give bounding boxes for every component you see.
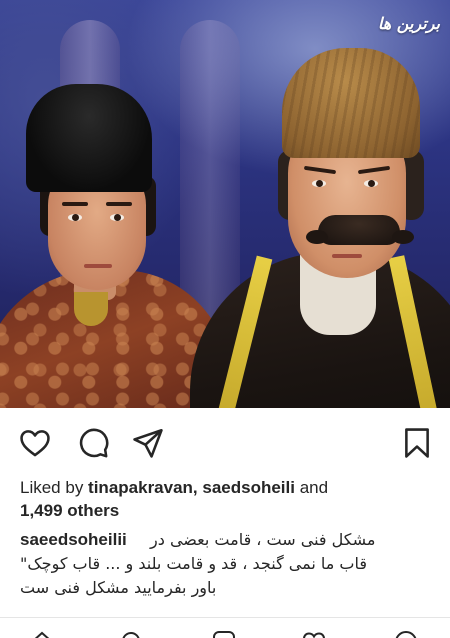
left-man-collar [74,292,108,326]
bookmark-outline-icon[interactable] [400,426,434,460]
mouth [332,254,362,258]
activity-heart-icon[interactable] [302,630,326,638]
search-icon[interactable] [120,630,144,638]
post-photo[interactable]: برترین ها [0,0,450,408]
brow [62,202,88,206]
background-pillar [180,20,240,320]
comment-bubble-icon[interactable] [76,426,110,460]
caption-line: قاب ما نمی گنجد ، قد و قامت بلند و ... ق… [20,554,368,573]
right-man-hat [282,48,420,158]
brow [106,202,132,206]
watermark-logo: برترین ها [377,14,440,33]
likes-summary: Liked by tinapakravan, saedsoheili and 1… [20,476,430,522]
likes-prefix: Liked by [20,478,89,497]
paper-plane-icon[interactable] [131,426,165,460]
liked-by-users[interactable]: tinapakravan, saedsoheili [88,478,295,497]
brow [357,165,391,175]
post-caption: saeedsoheilii مشکل فنی ست ، قامت بعضی در… [20,528,430,600]
profile-icon[interactable] [394,630,418,638]
likes-joiner: and [294,478,329,497]
mustache-tip [306,230,328,244]
add-post-icon[interactable] [212,630,236,638]
mouth [84,264,112,268]
eye [110,214,124,221]
left-man-fur-hat [26,84,152,192]
right-man-mustache [318,215,400,245]
home-icon[interactable] [30,630,54,638]
eye [312,180,326,187]
mustache-tip [392,230,414,244]
likes-count[interactable]: 1,499 others [20,501,119,520]
eye [68,214,82,221]
brow [303,165,337,175]
caption-line: باور بفرمایید مشکل فنی ست [20,578,217,597]
bottom-tab-bar [0,618,450,638]
post-action-bar [0,408,450,476]
eye [364,180,378,187]
heart-outline-icon[interactable] [18,426,52,460]
